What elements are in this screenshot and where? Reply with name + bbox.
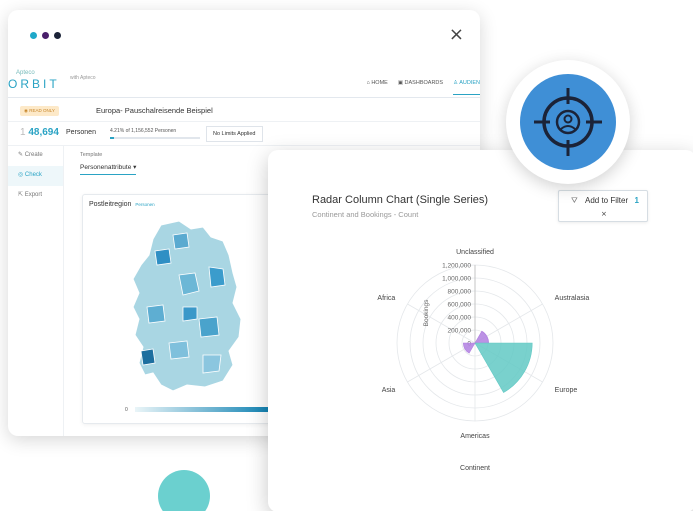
readonly-eye-icon: ◉ <box>24 108 28 113</box>
map-title-label: Postleitregion <box>89 201 132 208</box>
radar-tick-label: 200,000 <box>448 328 472 335</box>
nav-dashboards[interactable]: ▣ DASHBOARDS <box>398 80 443 95</box>
chart-window: Radar Column Chart (Single Series) Conti… <box>268 150 693 511</box>
radar-column-australasia <box>474 330 489 344</box>
region-dark-1 <box>154 248 172 266</box>
count-prefix: 1 <box>20 127 26 138</box>
audience-title: Europa- Pauschalreisende Beispiel <box>96 106 213 115</box>
template-value: Personenattribute <box>80 164 132 171</box>
region-mid-3 <box>198 316 220 338</box>
nav-home-label: HOME <box>371 80 388 86</box>
germany-map[interactable] <box>83 215 273 405</box>
radar-category-label: Unclassified <box>456 249 494 256</box>
side-item-export-label: Export <box>24 192 43 198</box>
percent-bar <box>110 137 200 139</box>
region-mid-2 <box>146 304 166 324</box>
region-mid-1 <box>178 272 200 296</box>
brand-orbit: ORBIT <box>8 77 60 91</box>
audience-badge <box>506 60 630 184</box>
radar-tick-label: 800,000 <box>448 289 472 296</box>
region-mid-4 <box>168 340 190 360</box>
audience-title-row: ◉ READ ONLY Europa- Pauschalreisende Bei… <box>8 100 480 122</box>
color-scale <box>135 407 273 412</box>
top-nav: ⌂ HOME ▣ DASHBOARDS ♙ AUDIEN <box>366 80 480 95</box>
radar-tick-label: 400,000 <box>448 315 472 322</box>
read-only-badge: ◉ READ ONLY <box>20 106 59 116</box>
region-dark-2 <box>208 266 226 288</box>
side-item-check-label: Check <box>24 172 42 178</box>
count-value: 48,694 <box>28 127 59 138</box>
limits-button[interactable]: No Limits Applied <box>206 126 263 142</box>
radar-tick-label: 600,000 <box>448 302 472 309</box>
radar-category-label: Europe <box>555 387 578 394</box>
badge-disc <box>520 74 616 170</box>
radar-chart[interactable]: 1,200,000 1,000,000 800,000 600,000 400,000 2… <box>268 150 693 511</box>
audience-count: 1 48,694 <box>20 127 59 138</box>
side-item-check[interactable]: ◎ Check <box>8 166 63 186</box>
map-card: Postleitregion Personen 0 <box>82 194 273 424</box>
window-titlebar: × <box>8 10 480 58</box>
brand-apteco: Apteco <box>16 70 35 76</box>
radar-x-title: Continent <box>460 465 490 472</box>
window-dot-purple[interactable] <box>42 32 49 39</box>
radar-axis-title: Bookings <box>423 299 430 326</box>
region-dark-3 <box>140 348 156 366</box>
side-item-create[interactable]: ✎ Create <box>8 146 63 166</box>
side-nav: ✎ Create ◎ Check ⇱ Export <box>8 146 64 436</box>
target-person-icon <box>534 88 602 156</box>
count-row: 1 48,694 Personen 4.21% of 1,156,552 Per… <box>8 122 480 146</box>
template-select[interactable]: Personenattribute ▾ <box>80 163 137 175</box>
region-mid-5 <box>202 354 222 374</box>
stage: × Apteco ORBIT with Apteco ⌂ HOME ▣ DASH… <box>0 0 693 511</box>
side-item-export[interactable]: ⇱ Export <box>8 186 63 206</box>
radar-category-label: Asia <box>382 387 396 394</box>
window-dots <box>30 32 61 39</box>
eye-icon: ◎ <box>18 172 24 178</box>
decorative-circle <box>158 470 210 511</box>
map-title: Postleitregion Personen <box>89 201 155 208</box>
brand-with: with Apteco <box>70 75 96 81</box>
side-item-create-label: Create <box>24 152 43 158</box>
nav-audiences[interactable]: ♙ AUDIEN <box>453 80 480 95</box>
close-icon[interactable]: × <box>449 24 464 45</box>
region-mid-7 <box>182 306 198 322</box>
radar-tick-label: 1,200,000 <box>442 263 471 270</box>
radar-category-label: Australasia <box>555 295 590 302</box>
app-header: Apteco ORBIT with Apteco ⌂ HOME ▣ DASHBO… <box>8 68 480 98</box>
create-icon: ✎ <box>18 152 24 158</box>
window-dot-teal[interactable] <box>30 32 37 39</box>
radar-tick-label: 1,000,000 <box>442 276 471 283</box>
radar-spoke <box>407 303 476 344</box>
region-mid-6 <box>172 232 190 250</box>
export-icon: ⇱ <box>18 192 24 198</box>
map-subtitle: Personen <box>135 202 155 207</box>
radar-category-label: Americas <box>460 433 490 440</box>
nav-audiences-label: AUDIEN <box>459 80 480 86</box>
radar-category-label: Africa <box>377 295 395 302</box>
template-label: Template <box>80 152 103 158</box>
scale-min: 0 <box>125 407 128 413</box>
nav-dashboards-label: DASHBOARDS <box>404 80 444 86</box>
nav-home[interactable]: ⌂ HOME <box>366 80 387 95</box>
count-unit: Personen <box>66 129 96 136</box>
percent-bar-fill <box>110 137 114 139</box>
chevron-down-icon: ▾ <box>133 164 137 171</box>
window-dot-navy[interactable] <box>54 32 61 39</box>
percent-text: 4.21% of 1,156,552 Personen <box>110 128 177 134</box>
read-only-label: READ ONLY <box>29 108 55 113</box>
